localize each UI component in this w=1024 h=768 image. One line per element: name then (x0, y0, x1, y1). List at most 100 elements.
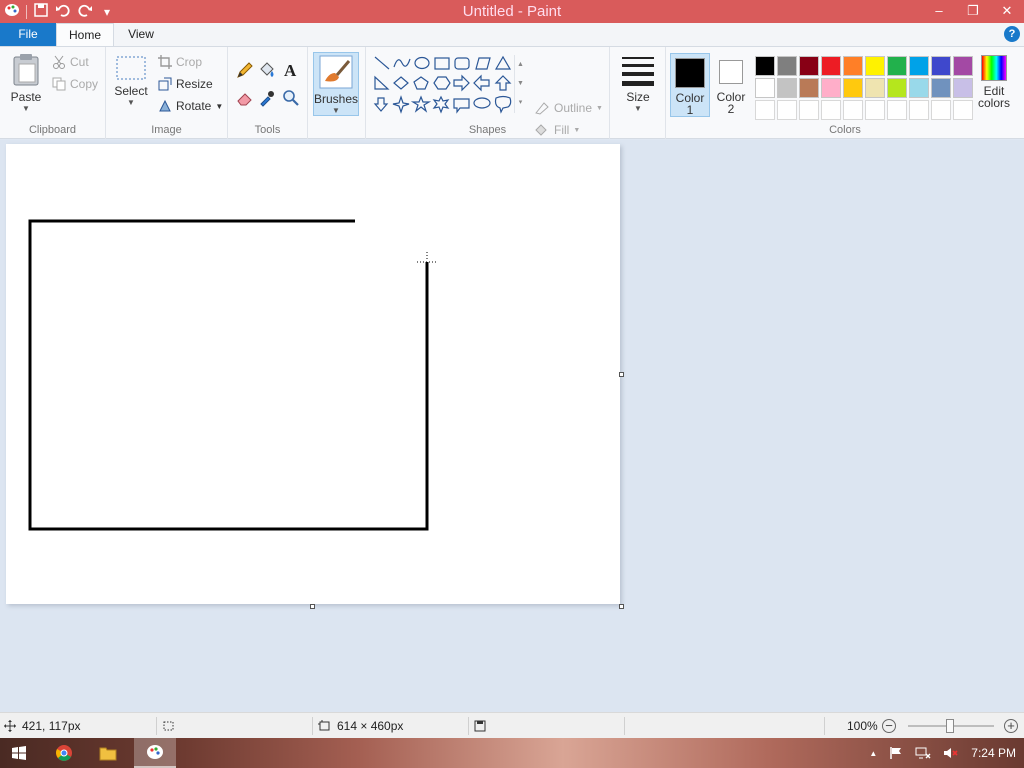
palette-color-swatch[interactable] (953, 78, 973, 98)
resize-button[interactable]: Resize (158, 77, 213, 91)
palette-color-swatch[interactable] (843, 56, 863, 76)
select-button[interactable]: Select ▼ (114, 55, 148, 107)
color-1-number: 1 (686, 103, 694, 117)
file-size-icon (474, 720, 486, 732)
pencil-icon[interactable] (236, 61, 254, 79)
zoom-in-button[interactable]: + (1004, 719, 1018, 733)
shapes-gallery (372, 55, 514, 115)
customize-qat-dropdown-icon[interactable]: ▾ (97, 3, 117, 21)
action-center-flag-icon[interactable] (889, 746, 903, 760)
color-1-swatch (675, 58, 705, 88)
palette-color-swatch[interactable] (821, 56, 841, 76)
palette-color-swatch[interactable] (909, 78, 929, 98)
palette-color-swatch[interactable] (843, 78, 863, 98)
fill-bucket-icon[interactable] (258, 61, 276, 79)
magnifier-icon[interactable] (282, 89, 300, 107)
tab-file[interactable]: File (0, 23, 56, 46)
canvas-resize-handle-right[interactable] (619, 372, 624, 377)
zoom-slider-thumb[interactable] (946, 719, 954, 733)
shapes-scrollbar[interactable]: ▲ ▼ ▾ (514, 55, 526, 113)
brushes-button[interactable]: Brushes ▼ (313, 52, 359, 116)
fill-button[interactable]: Fill ▼ (534, 123, 580, 137)
quick-access-toolbar: ▾ (0, 0, 117, 23)
drawing-canvas[interactable] (6, 144, 620, 604)
size-button[interactable]: Size ▼ (618, 55, 658, 113)
palette-color-swatch[interactable] (931, 78, 951, 98)
restore-button[interactable]: ❐ (956, 0, 990, 23)
taskbar-paint[interactable] (134, 738, 176, 768)
paste-icon (13, 54, 39, 86)
palette-color-swatch[interactable] (887, 100, 907, 120)
palette-color-swatch[interactable] (821, 78, 841, 98)
palette-color-swatch[interactable] (755, 56, 775, 76)
palette-color-swatch[interactable] (865, 100, 885, 120)
rotate-button[interactable]: Rotate ▼ (158, 99, 223, 113)
palette-color-swatch[interactable] (777, 78, 797, 98)
network-icon[interactable] (915, 746, 931, 760)
paint-app-icon[interactable] (2, 3, 22, 21)
clock[interactable]: 7:24 PM (971, 746, 1016, 760)
color-2-button[interactable]: Color 2 (712, 53, 750, 117)
status-divider (824, 717, 825, 735)
palette-color-swatch[interactable] (843, 100, 863, 120)
start-button[interactable] (0, 738, 38, 768)
cut-button[interactable]: Cut (52, 55, 89, 69)
taskbar-file-explorer[interactable] (88, 738, 128, 768)
show-hidden-icons-icon[interactable]: ▲ (869, 749, 877, 758)
save-icon[interactable] (31, 2, 51, 21)
eraser-icon[interactable] (236, 89, 254, 107)
palette-color-swatch[interactable] (909, 100, 929, 120)
shapes-gallery-icons[interactable] (372, 55, 514, 115)
palette-color-swatch[interactable] (953, 56, 973, 76)
paste-button[interactable]: Paste ▼ (6, 53, 46, 113)
volume-muted-icon[interactable] (943, 746, 959, 760)
redo-icon[interactable] (75, 3, 95, 21)
palette-color-swatch[interactable] (799, 56, 819, 76)
rotate-label: Rotate (176, 99, 212, 113)
crop-button[interactable]: Crop (158, 55, 202, 69)
color-2-swatch (719, 60, 743, 84)
crop-icon (158, 55, 172, 69)
palette-color-swatch[interactable] (931, 100, 951, 120)
palette-color-swatch[interactable] (821, 100, 841, 120)
canvas-resize-handle-corner[interactable] (619, 604, 624, 609)
taskbar-chrome[interactable] (44, 738, 84, 768)
minimize-button[interactable]: – (922, 0, 956, 23)
outline-button[interactable]: Outline ▼ (534, 101, 603, 115)
canvas-workspace[interactable] (0, 140, 1024, 712)
copy-button[interactable]: Copy (52, 77, 98, 91)
svg-text:A: A (284, 61, 297, 79)
color-1-button[interactable]: Color 1 (670, 53, 710, 117)
palette-color-swatch[interactable] (909, 56, 929, 76)
palette-color-swatch[interactable] (799, 78, 819, 98)
shapes-scroll-down-icon[interactable]: ▼ (515, 74, 526, 93)
palette-color-swatch[interactable] (865, 56, 885, 76)
taskbar: ▲ 7:24 PM (0, 738, 1024, 768)
text-tool-icon[interactable]: A (282, 61, 300, 79)
help-icon[interactable]: ? (1004, 26, 1020, 42)
color-picker-icon[interactable] (258, 89, 276, 107)
outline-dropdown-icon: ▼ (596, 104, 603, 112)
palette-color-swatch[interactable] (887, 56, 907, 76)
palette-color-swatch[interactable] (755, 100, 775, 120)
palette-color-swatch[interactable] (887, 78, 907, 98)
palette-color-swatch[interactable] (777, 56, 797, 76)
undo-icon[interactable] (53, 3, 73, 21)
edit-colors-button[interactable]: Edit colors (976, 55, 1012, 109)
palette-color-swatch[interactable] (777, 100, 797, 120)
palette-color-swatch[interactable] (931, 56, 951, 76)
selection-size (162, 713, 175, 739)
tab-home[interactable]: Home (56, 23, 114, 46)
canvas-resize-handle-bottom[interactable] (310, 604, 315, 609)
tab-view[interactable]: View (118, 23, 164, 46)
palette-color-swatch[interactable] (799, 100, 819, 120)
shapes-scroll-up-icon[interactable]: ▲ (515, 55, 526, 74)
palette-color-swatch[interactable] (755, 78, 775, 98)
close-button[interactable]: ✕ (990, 0, 1024, 23)
palette-color-swatch[interactable] (953, 100, 973, 120)
title-bar: ▾ Untitled - Paint – ❐ ✕ (0, 0, 1024, 23)
shapes-more-icon[interactable]: ▾ (515, 93, 526, 112)
palette-color-swatch[interactable] (865, 78, 885, 98)
tools-group: A Tools (228, 47, 308, 139)
zoom-out-button[interactable]: − (882, 719, 896, 733)
